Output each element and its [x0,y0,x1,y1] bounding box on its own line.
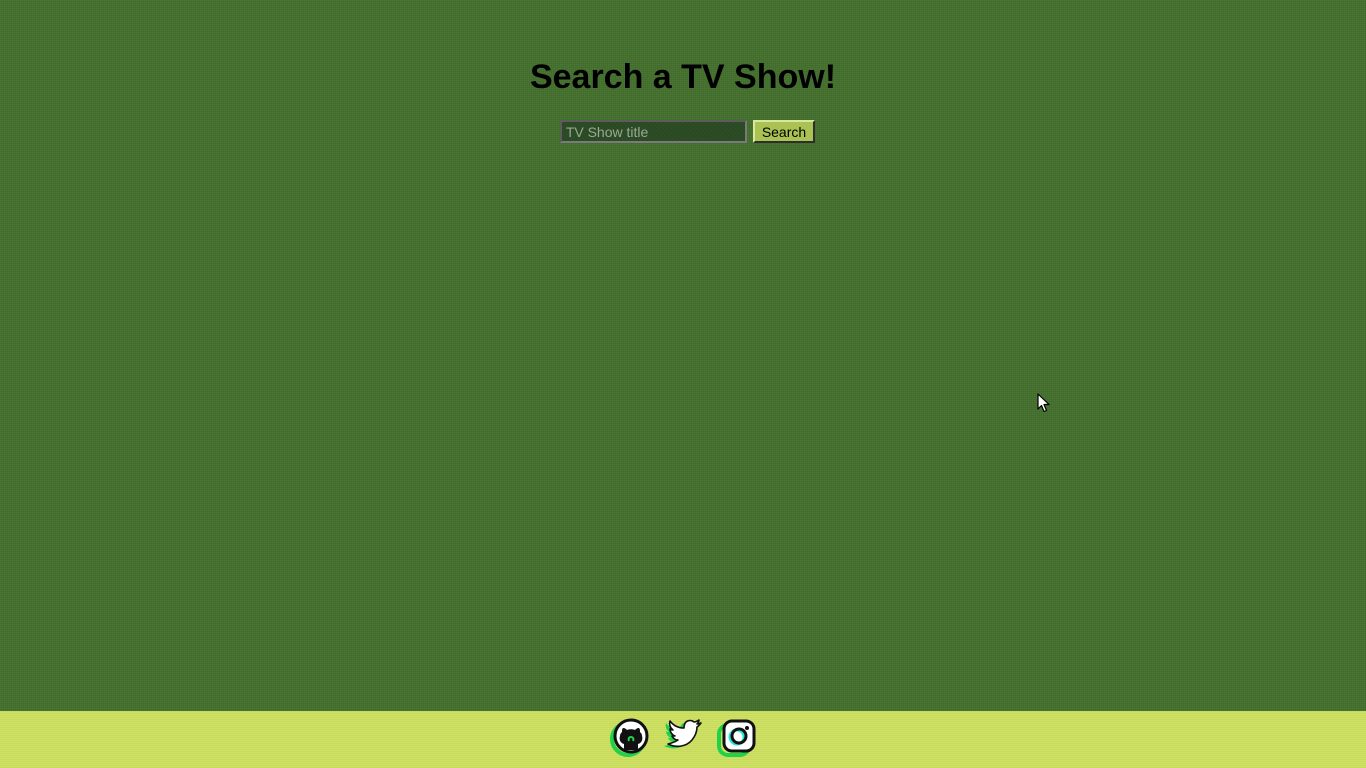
github-link[interactable] [608,717,650,759]
instagram-link[interactable] [716,717,758,759]
search-form: Search [0,120,1366,143]
instagram-icon [717,719,756,757]
footer [0,711,1366,768]
search-input[interactable] [559,120,747,143]
twitter-link[interactable] [662,717,704,759]
search-button[interactable]: Search [752,120,816,143]
github-icon [610,718,649,757]
page-title: Search a TV Show! [529,58,837,96]
twitter-icon [664,718,702,748]
main-content: Search a TV Show! Search [0,0,1366,711]
